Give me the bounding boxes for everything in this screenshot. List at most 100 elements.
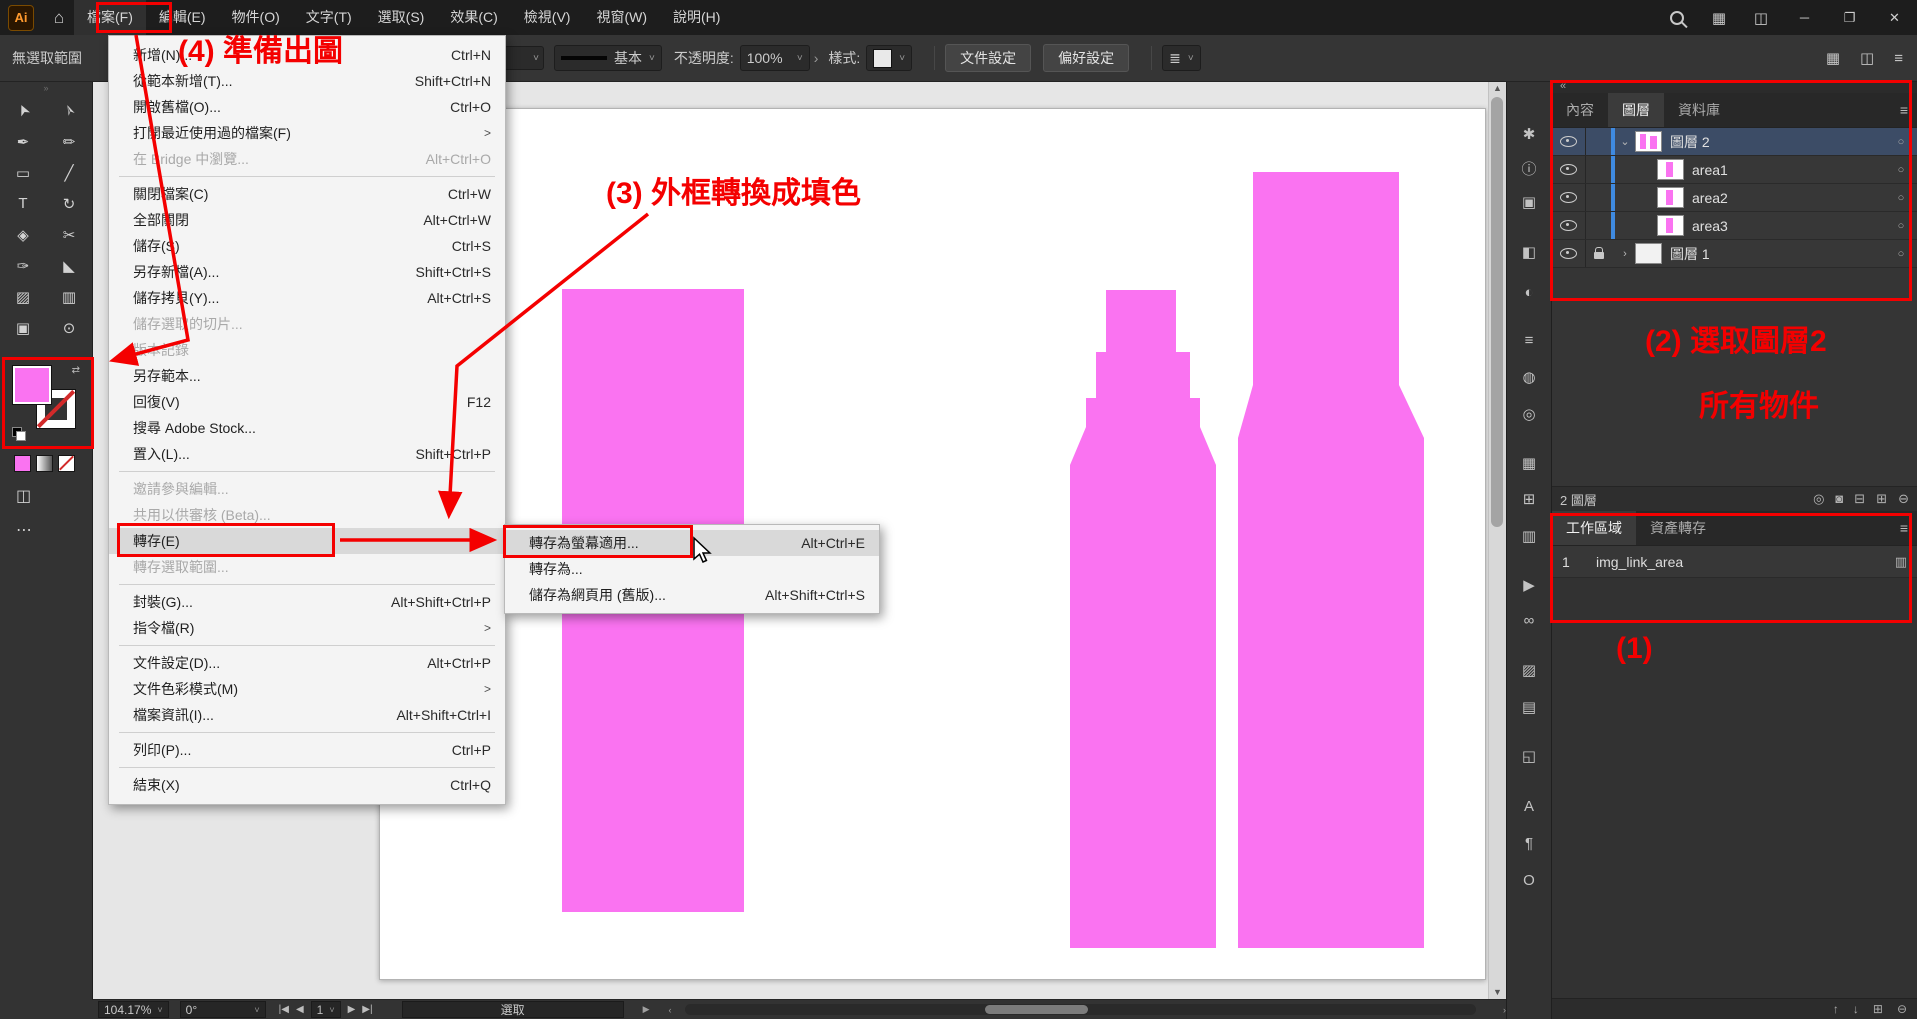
- vertical-scrollbar[interactable]: ▲ ▼: [1488, 81, 1506, 1000]
- delete-artboard-icon[interactable]: ⊖: [1897, 1002, 1907, 1016]
- color-button[interactable]: [14, 455, 31, 472]
- scroll-left-icon[interactable]: ‹: [669, 1005, 672, 1015]
- stroke-panel-icon[interactable]: ≡: [1507, 325, 1551, 355]
- lock-toggle[interactable]: [1586, 248, 1611, 259]
- new-sublayer-icon[interactable]: ⊟: [1854, 491, 1865, 507]
- appearance-panel-icon[interactable]: ◎: [1507, 399, 1551, 429]
- file-menu-item-9[interactable]: 另存新檔(A)...Shift+Ctrl+S: [109, 259, 505, 285]
- horizontal-scrollbar-thumb[interactable]: [985, 1005, 1088, 1014]
- menubar-menu-2[interactable]: 編輯(E): [146, 0, 219, 35]
- home-icon[interactable]: ⌂: [44, 8, 74, 28]
- more-tools-icon[interactable]: ⋯: [16, 520, 32, 540]
- file-menu-item-21[interactable]: 封裝(G)...Alt+Shift+Ctrl+P: [109, 589, 505, 615]
- new-artboard-icon[interactable]: ⊞: [1873, 1002, 1883, 1016]
- file-menu-item-16[interactable]: 置入(L)...Shift+Ctrl+P: [109, 441, 505, 467]
- tab-工作區域[interactable]: 工作區域: [1552, 511, 1636, 545]
- artboards-panel-icon[interactable]: ▥: [1507, 521, 1551, 551]
- visibility-toggle[interactable]: [1552, 212, 1586, 239]
- file-menu-item-8[interactable]: 儲存(S)Ctrl+S: [109, 233, 505, 259]
- menubar-menu-8[interactable]: 視窗(W): [583, 0, 660, 35]
- file-menu-item-7[interactable]: 全部關閉Alt+Ctrl+W: [109, 207, 505, 233]
- search-icon[interactable]: [1656, 0, 1698, 35]
- style-dropdown[interactable]: ˅: [866, 45, 912, 71]
- panel-menu-icon[interactable]: ≡: [1894, 50, 1903, 67]
- menubar-menu-4[interactable]: 文字(T): [293, 0, 365, 35]
- menubar-menu-6[interactable]: 效果(C): [437, 0, 510, 35]
- glyphs-panel-icon[interactable]: O: [1507, 865, 1551, 895]
- gradient-tool[interactable]: ▥: [46, 281, 92, 312]
- visibility-toggle[interactable]: [1552, 128, 1586, 155]
- menubar-menu-5[interactable]: 選取(S): [365, 0, 438, 35]
- illustrator-app-icon[interactable]: Ai: [8, 5, 34, 31]
- preferences-button[interactable]: 偏好設定: [1043, 44, 1129, 72]
- artboard-number-dropdown[interactable]: 1 ˅: [311, 1001, 341, 1018]
- info-panel-icon[interactable]: ⓘ: [1507, 153, 1551, 183]
- file-menu-item-19[interactable]: 轉存(E)>: [109, 528, 505, 554]
- shape-bottle-small[interactable]: [1070, 290, 1216, 948]
- fill-swatch[interactable]: [12, 365, 52, 405]
- apps-grid-icon[interactable]: ▦: [1698, 0, 1740, 35]
- target-circle-icon[interactable]: ○: [1885, 248, 1917, 260]
- file-menu-item-22[interactable]: 指令檔(R)>: [109, 615, 505, 641]
- color-panel-icon[interactable]: ◧: [1507, 237, 1551, 267]
- screen-mode-icon[interactable]: ◫: [16, 486, 31, 506]
- first-artboard-button[interactable]: |◀: [279, 1004, 289, 1015]
- paragraph-panel-icon[interactable]: ¶: [1507, 828, 1551, 858]
- properties-panel-icon[interactable]: ✱: [1507, 119, 1551, 149]
- links-panel-icon[interactable]: ∞: [1507, 605, 1551, 635]
- status-expand-icon[interactable]: ▶: [643, 1004, 650, 1015]
- file-menu-item-27[interactable]: 結束(X)Ctrl+Q: [109, 772, 505, 798]
- make-clipping-mask-icon[interactable]: ◙: [1835, 491, 1843, 507]
- workspace-switcher-icon[interactable]: ◫: [1860, 49, 1874, 67]
- eraser-tool[interactable]: ◈: [0, 219, 46, 250]
- vertical-scrollbar-thumb[interactable]: [1491, 97, 1503, 527]
- opacity-field[interactable]: 100% ˅: [740, 45, 810, 71]
- menubar-menu-9[interactable]: 說明(H): [660, 0, 733, 35]
- menubar-menu-3[interactable]: 物件(O): [219, 0, 293, 35]
- layers-panel-menu-icon[interactable]: ≡: [1891, 93, 1917, 127]
- file-menu-item-25[interactable]: 檔案資訊(I)...Alt+Shift+Ctrl+I: [109, 702, 505, 728]
- paintbrush-tool[interactable]: ✑: [0, 250, 46, 281]
- rotation-dropdown[interactable]: 0° ˅: [180, 1001, 266, 1018]
- gradient-panel-icon[interactable]: ◐: [1507, 277, 1551, 307]
- maximize-button[interactable]: ❐: [1827, 0, 1872, 35]
- eyedropper-tool[interactable]: ◣: [46, 250, 92, 281]
- horizontal-scrollbar[interactable]: [685, 1004, 1476, 1015]
- next-artboard-button[interactable]: ▶: [348, 1004, 356, 1015]
- align-options-dropdown[interactable]: ≣ ˅: [1162, 45, 1201, 71]
- artboard-icon[interactable]: ▥: [1895, 554, 1907, 570]
- file-menu-item-1[interactable]: 新增(N)...Ctrl+N: [109, 42, 505, 68]
- file-menu-item-3[interactable]: 開啟舊檔(O)...Ctrl+O: [109, 94, 505, 120]
- actions-panel-icon[interactable]: ▶: [1507, 570, 1551, 600]
- prev-artboard-button[interactable]: ◀: [296, 1004, 304, 1015]
- workspace-layout-icon[interactable]: ◫: [1740, 0, 1782, 35]
- swap-fill-stroke-icon[interactable]: ⇄: [72, 365, 80, 376]
- move-artboard-up-icon[interactable]: ↑: [1833, 1002, 1839, 1016]
- layer-row-area2[interactable]: area2○: [1552, 184, 1917, 212]
- rotate-tool[interactable]: ↻: [46, 188, 92, 219]
- collapse-panels-bar[interactable]: «: [1552, 81, 1917, 93]
- file-menu-item-10[interactable]: 儲存拷貝(Y)...Alt+Ctrl+S: [109, 285, 505, 311]
- tab-資產轉存[interactable]: 資產轉存: [1636, 511, 1720, 545]
- layer-row-圖層 1[interactable]: ›圖層 1○: [1552, 240, 1917, 268]
- menubar-menu-7[interactable]: 檢視(V): [511, 0, 584, 35]
- line-segment-tool[interactable]: ╱: [46, 157, 92, 188]
- transparency-panel-icon[interactable]: ◍: [1507, 362, 1551, 392]
- document-setup-button[interactable]: 文件設定: [945, 44, 1031, 72]
- file-menu-item-23[interactable]: 文件設定(D)...Alt+Ctrl+P: [109, 650, 505, 676]
- rectangle-tool[interactable]: ▭: [0, 157, 46, 188]
- symbols-panel-icon[interactable]: ⊞: [1507, 484, 1551, 514]
- tab-資料庫[interactable]: 資料庫: [1664, 93, 1734, 127]
- close-button[interactable]: ✕: [1872, 0, 1917, 35]
- file-menu-item-13[interactable]: 另存範本...: [109, 363, 505, 389]
- export-submenu-item-2[interactable]: 轉存為...: [505, 556, 879, 582]
- default-fill-stroke-icon[interactable]: [12, 427, 26, 439]
- scroll-up-icon[interactable]: ▲: [1489, 81, 1506, 96]
- new-layer-icon[interactable]: ⊞: [1876, 491, 1887, 507]
- gradient-button[interactable]: [36, 455, 53, 472]
- export-submenu-item-3[interactable]: 儲存為網頁用 (舊版)...Alt+Shift+Ctrl+S: [505, 582, 879, 608]
- last-artboard-button[interactable]: ▶|: [362, 1004, 372, 1015]
- type-tool[interactable]: T: [0, 188, 46, 219]
- shape-builder-tool[interactable]: ▨: [0, 281, 46, 312]
- chevron-right-icon[interactable]: ›: [814, 50, 819, 66]
